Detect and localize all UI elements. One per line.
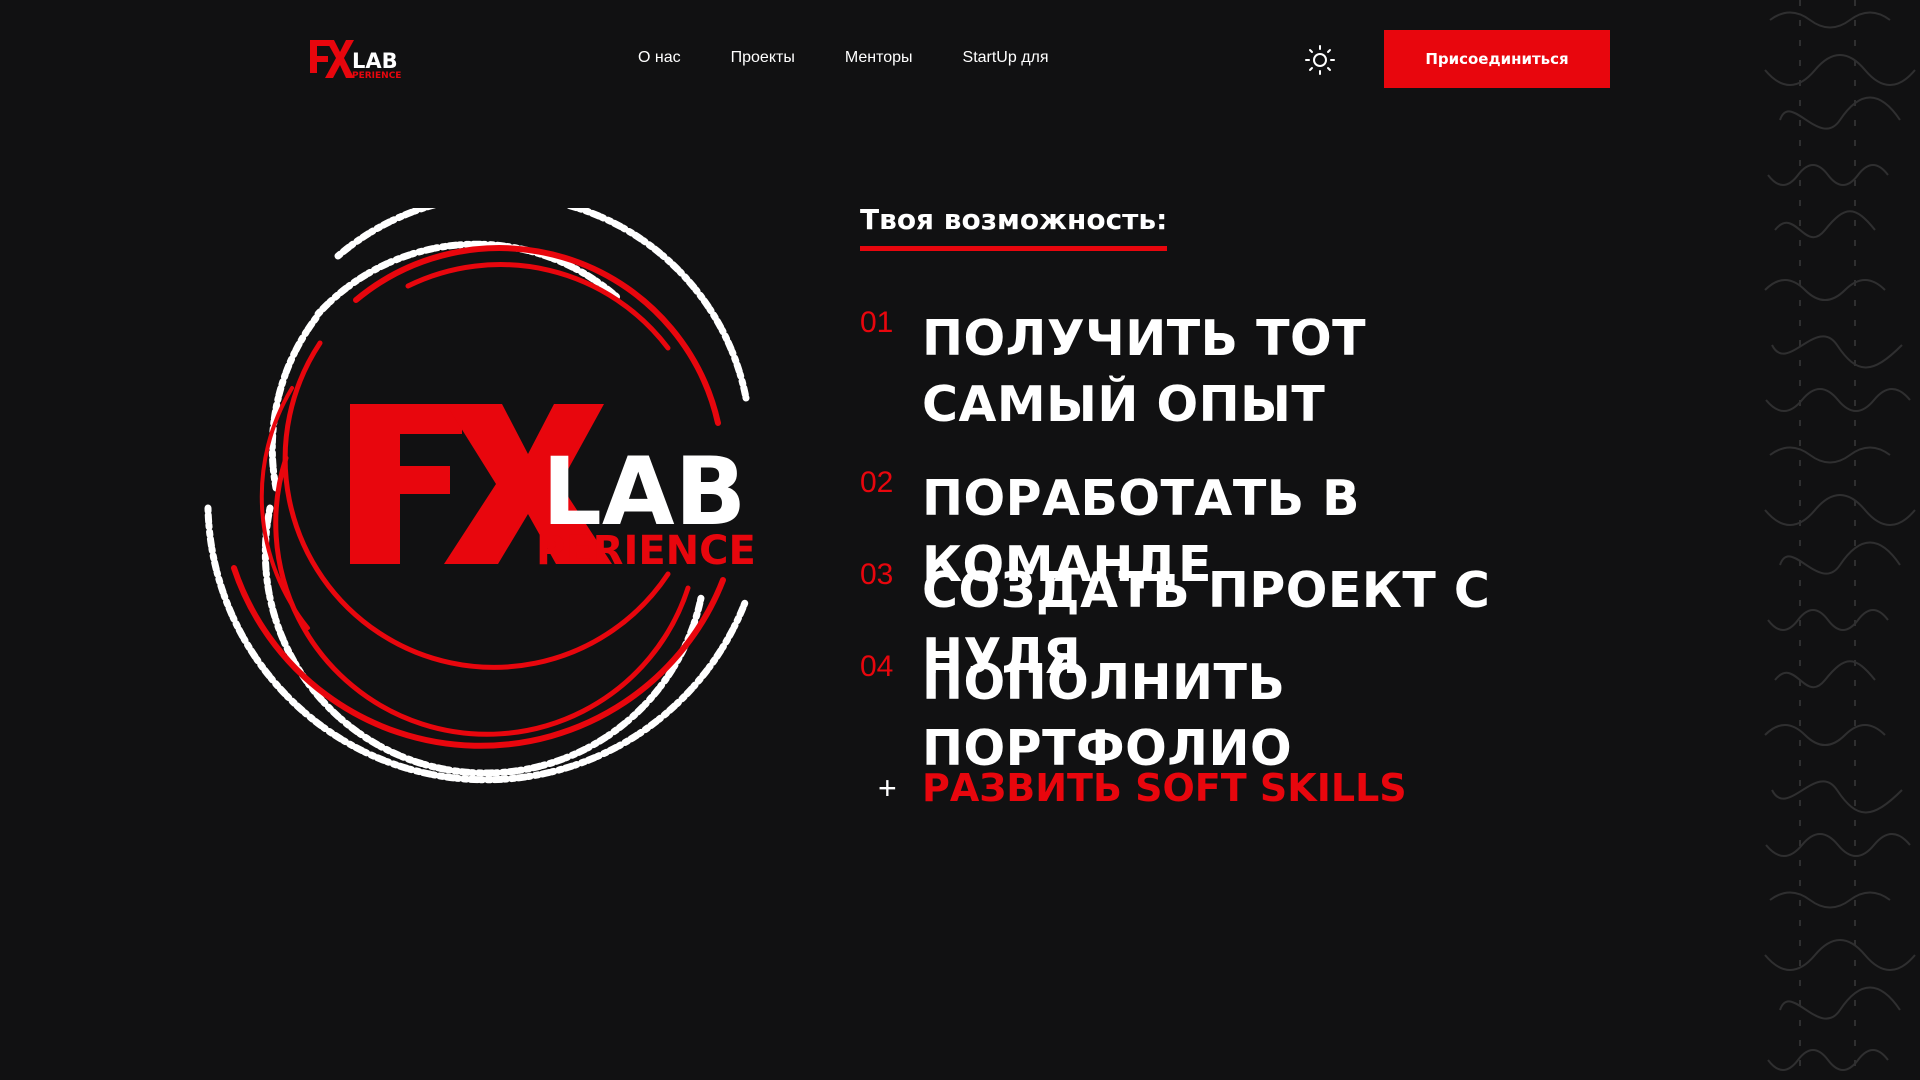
nav-item-about[interactable]: О нас <box>638 46 681 70</box>
section-heading: Твоя возможность: <box>860 202 1168 251</box>
list-item-number: 03 <box>860 558 894 591</box>
graffiti-pattern <box>1764 0 1916 1080</box>
logo-perience-text: PERIENCE <box>352 71 401 80</box>
bonus-text: РАЗВИТЬ SOFT SKILLS <box>922 766 1407 810</box>
list-item-text: ПОЛУЧИТЬ ТОТ САМЫЙ ОПЫТ <box>922 310 1367 433</box>
list-item-number: 02 <box>860 466 894 499</box>
nav-item-startup[interactable]: StartUp для <box>963 46 1049 70</box>
emblem-perience-text: PERIENCE <box>536 528 756 574</box>
sun-icon[interactable] <box>1304 44 1336 76</box>
logo-lab-text: LAB <box>352 49 398 73</box>
main-nav: О нас Проекты Менторы StartUp для <box>638 46 1049 70</box>
plus-icon: + <box>878 770 897 806</box>
nav-item-mentors[interactable]: Менторы <box>845 46 913 70</box>
landing-page: LAB PERIENCE О нас Проекты Менторы Start… <box>0 0 1920 1080</box>
list-item-number: 04 <box>860 650 894 683</box>
nav-item-projects[interactable]: Проекты <box>731 46 795 70</box>
join-button[interactable]: Присоединиться <box>1384 30 1610 88</box>
list-item-number: 01 <box>860 306 894 339</box>
brand-logo[interactable]: LAB PERIENCE <box>308 38 410 80</box>
exlab-emblem: LAB PERIENCE <box>204 208 756 784</box>
